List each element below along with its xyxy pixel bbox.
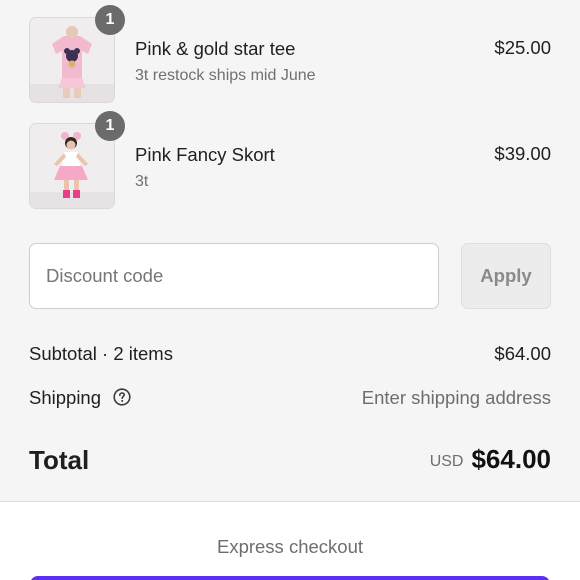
express-checkout-label: Express checkout [216, 536, 363, 557]
subtotal-value: $64.00 [494, 343, 551, 364]
quantity-badge: 1 [95, 111, 125, 141]
quantity-badge: 1 [95, 5, 125, 35]
total-currency: USD [429, 453, 464, 470]
item-price: $25.00 [494, 37, 551, 58]
discount-code-input[interactable] [29, 243, 439, 309]
item-price: $39.00 [494, 143, 551, 164]
express-checkout-button[interactable] [30, 576, 550, 580]
line-item: 1 Pink & gold star tee 3t restock ships … [29, 5, 551, 105]
total-value: USD $64.00 [430, 444, 551, 475]
subtotal-row: Subtotal · 2 items $64.00 [29, 343, 551, 367]
shipping-row: Shipping Enter shipping address [29, 387, 551, 411]
item-title: Pink Fancy Skort [135, 144, 275, 165]
shipping-label: Shipping [29, 387, 102, 408]
item-variant: 3t [135, 173, 149, 190]
total-amount: $64.00 [471, 444, 551, 474]
item-variant: 3t restock ships mid June [135, 67, 316, 84]
express-checkout-section: Express checkout [0, 501, 580, 580]
help-circle-icon[interactable] [113, 388, 131, 406]
shipping-value: Enter shipping address [361, 387, 551, 408]
total-row: Total USD $64.00 [29, 444, 551, 478]
order-summary: 1 Pink & gold star tee 3t restock ships … [0, 0, 580, 501]
subtotal-label: Subtotal · 2 items [29, 343, 173, 364]
total-label: Total [29, 445, 90, 475]
checkout-page: 1 Pink & gold star tee 3t restock ships … [0, 0, 580, 580]
item-title: Pink & gold star tee [135, 38, 296, 59]
line-item: 1 Pink Fancy Skort 3t $39.00 [29, 111, 551, 211]
apply-discount-button[interactable]: Apply [461, 243, 551, 309]
